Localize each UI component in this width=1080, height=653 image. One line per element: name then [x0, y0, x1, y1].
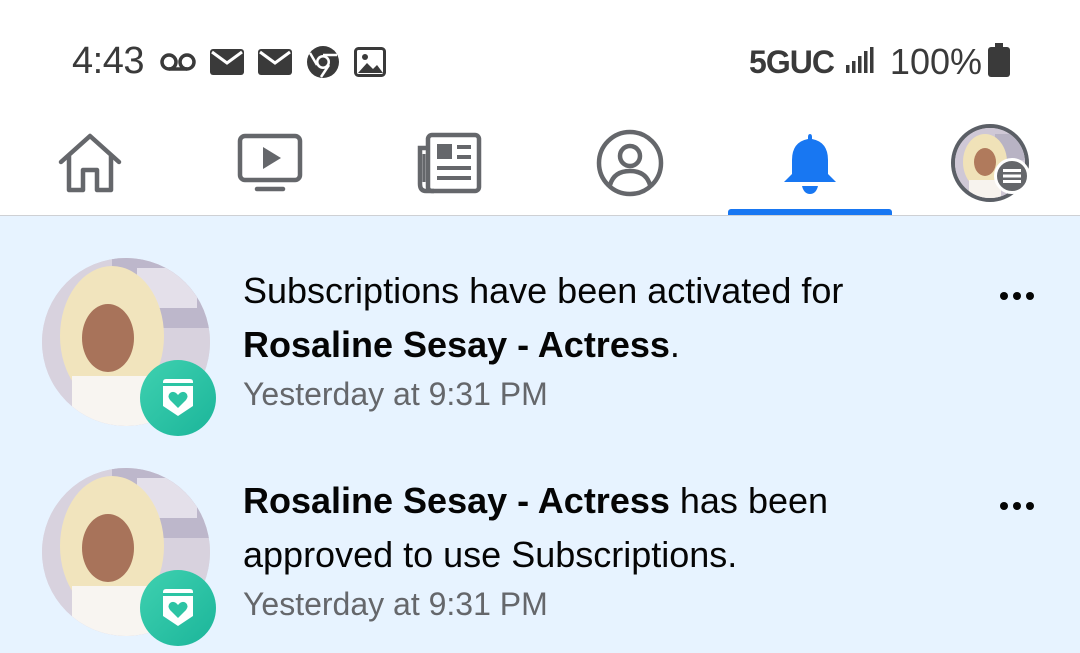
- subscription-badge-icon: [140, 360, 216, 436]
- nav-menu-tab[interactable]: [908, 110, 1072, 216]
- page-name: Rosaline Sesay - Actress: [243, 480, 670, 521]
- voicemail-icon: [160, 51, 196, 73]
- ellipsis-dot: [1026, 502, 1034, 510]
- notification-text: Rosaline Sesay - Actress has been approv…: [243, 480, 829, 575]
- ellipsis-icon: [1000, 502, 1008, 510]
- bell-icon: [780, 130, 840, 196]
- image-icon: [354, 47, 386, 77]
- notification-list: Subscriptions have been activated for Ro…: [0, 216, 1080, 653]
- profile-icon: [596, 129, 664, 197]
- subscription-badge-icon: [140, 570, 216, 646]
- battery-icon: [988, 42, 1010, 82]
- main-nav-bar: [0, 110, 1080, 216]
- nav-news-tab[interactable]: [366, 110, 530, 216]
- menu-icon[interactable]: [994, 158, 1030, 194]
- video-icon: [237, 133, 303, 193]
- signal-icon: [845, 46, 874, 78]
- home-icon: [57, 132, 123, 194]
- active-tab-indicator: [728, 209, 892, 215]
- nav-notifications-tab[interactable]: [728, 110, 892, 216]
- page-name: Rosaline Sesay - Actress: [243, 324, 670, 365]
- notification-item[interactable]: Rosaline Sesay - Actress has been approv…: [0, 426, 1080, 646]
- nav-home-tab[interactable]: [8, 110, 172, 216]
- mail-icon: [210, 49, 244, 75]
- ellipsis-dot: [1013, 502, 1021, 510]
- notification-time: Yesterday at 9:31 PM: [243, 586, 548, 622]
- status-bar: 4:43 5GUC 100%: [0, 0, 1080, 110]
- mail-icon: [258, 49, 292, 75]
- notification-time: Yesterday at 9:31 PM: [243, 376, 548, 412]
- nav-profile-tab[interactable]: [548, 110, 712, 216]
- status-time: 4:43: [72, 40, 144, 82]
- ellipsis-dot: [1026, 292, 1034, 300]
- battery-percent: 100%: [889, 41, 982, 82]
- notification-text: Subscriptions have been activated for Ro…: [243, 270, 844, 365]
- more-options-button[interactable]: [990, 486, 1044, 526]
- more-options-button[interactable]: [990, 276, 1044, 316]
- news-icon: [414, 132, 482, 194]
- status-notification-icons: [160, 42, 386, 82]
- nav-watch-tab[interactable]: [188, 110, 352, 216]
- ellipsis-dot: [1013, 292, 1021, 300]
- chrome-icon: [306, 45, 340, 79]
- notification-item[interactable]: Subscriptions have been activated for Ro…: [0, 216, 1080, 436]
- ellipsis-icon: [1000, 292, 1008, 300]
- status-right: 5GUC 100%: [749, 40, 1010, 84]
- network-type: 5GUC: [749, 43, 835, 80]
